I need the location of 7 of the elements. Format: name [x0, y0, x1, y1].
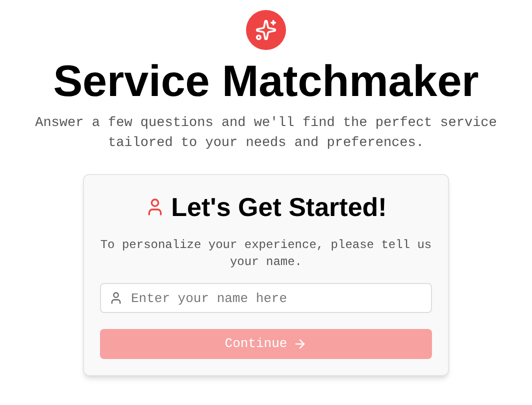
page-subtitle: Answer a few questions and we'll find the perfect service tailored to your needs and preferences.: [34, 115, 498, 153]
sparkles-icon: [246, 10, 286, 50]
card-description: To personalize your experience, please tell us your name.: [99, 237, 433, 271]
name-field[interactable]: Enter your name here: [100, 283, 432, 313]
card-heading: Let's Get Started!: [171, 191, 387, 223]
page-title: Service Matchmaker: [53, 56, 479, 108]
user-icon: [109, 291, 123, 305]
